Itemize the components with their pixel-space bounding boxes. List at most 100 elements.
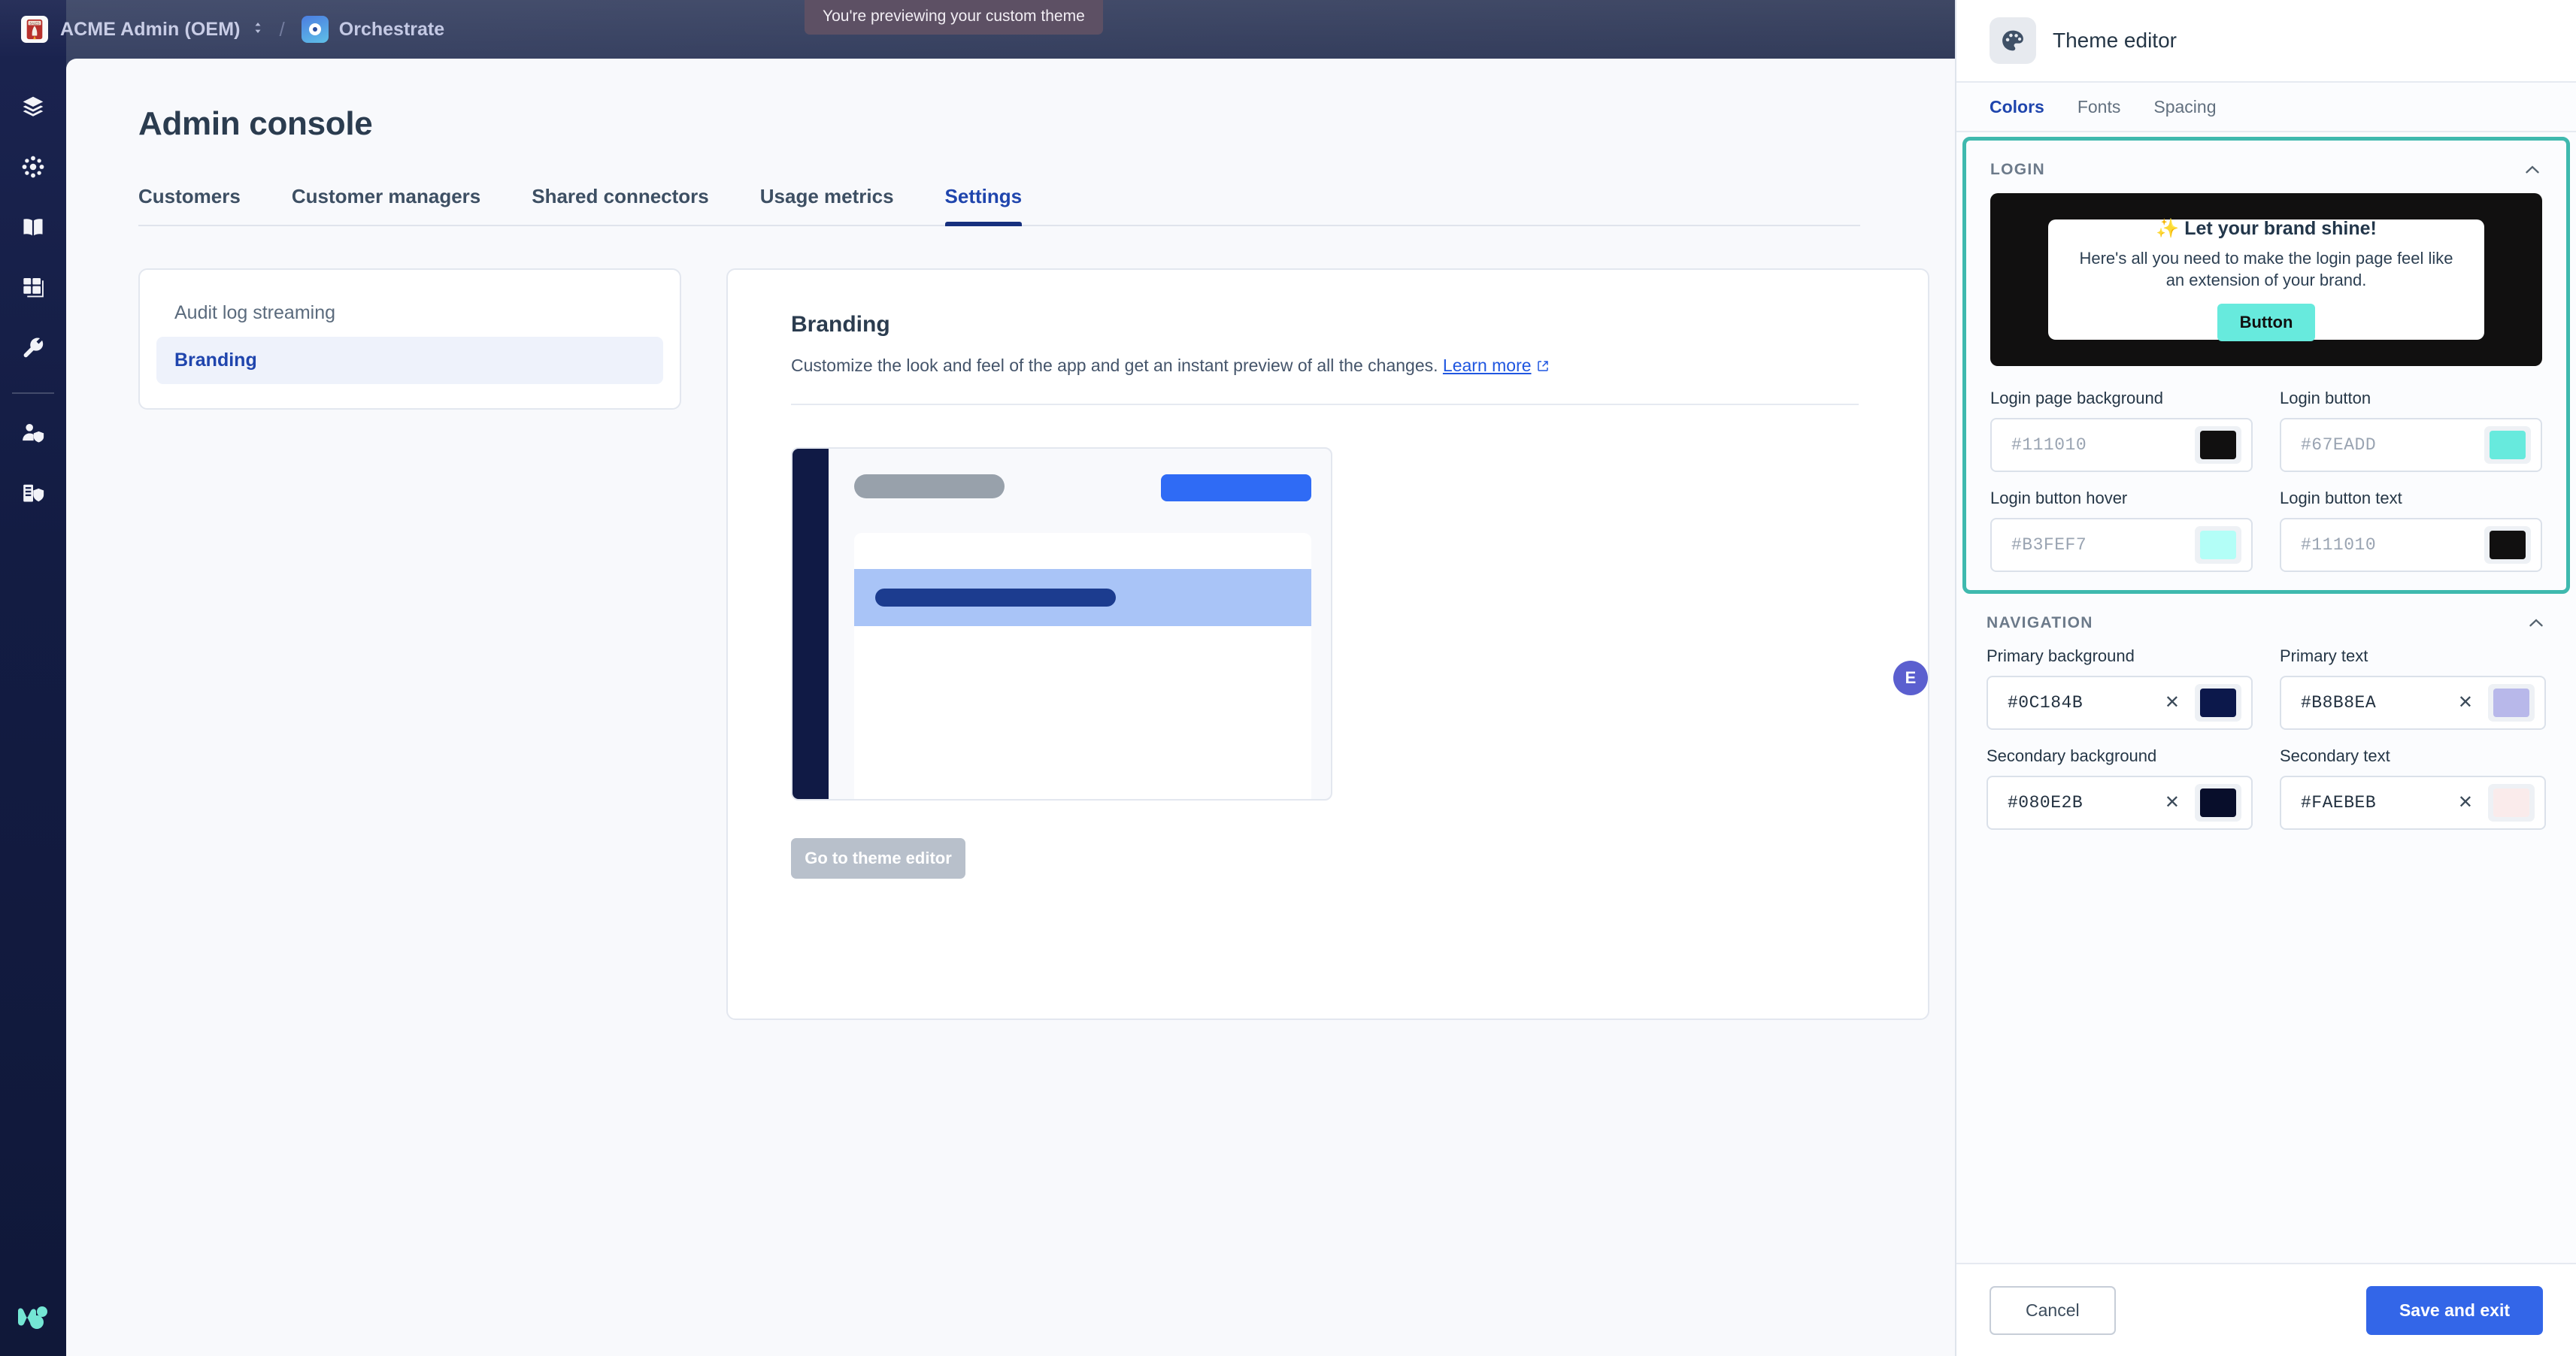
color-input[interactable]: #111010 [2280,518,2542,572]
branding-description-text: Customize the look and feel of the app a… [791,356,1438,375]
login-preview-body: Here's all you need to make the login pa… [2079,249,2453,289]
tab-settings[interactable]: Settings [944,185,1022,226]
book-icon [21,215,45,243]
mock-sidebar [792,449,829,799]
org-switcher[interactable]: SALES ACME Admin (OEM) [21,16,265,43]
theme-editor-header: Theme editor [1956,0,2576,81]
field-login-button-hover: Login button hover #B3FEF7 [1990,489,2253,572]
login-color-fields: Login page background #111010 Login butt… [1990,389,2542,572]
color-swatch-button[interactable] [2484,426,2531,464]
rail-item-connectors[interactable] [12,147,54,189]
preview-theme-banner: You're previewing your custom theme [805,0,1103,35]
app-name-label: Orchestrate [338,18,445,40]
navigation-color-fields: Primary background #0C184B ✕ Primary tex… [1987,646,2546,830]
color-swatch-button[interactable] [2488,684,2535,722]
app-shell: SALES ACME Admin (OEM) / Orchestrate You… [0,0,1955,1356]
theme-editor-scroll-area[interactable]: LOGIN ✨ Let your brand shine! Here's all… [1956,132,2576,1263]
page-surface: Admin console Customers Customer manager… [66,59,1955,1356]
hex-value: #B8B8EA [2301,693,2377,713]
login-preview-heading: ✨ Let your brand shine! [2156,218,2377,240]
svg-text:SALES: SALES [29,21,40,25]
divider [791,404,1859,405]
external-link-icon [1537,356,1549,377]
rail-item-layers[interactable] [12,87,54,129]
color-swatch-button[interactable] [2195,426,2241,464]
color-input[interactable]: #B3FEF7 [1990,518,2253,572]
field-label: Primary text [2280,646,2368,665]
chevron-up-icon[interactable] [2526,613,2546,633]
mock-title-placeholder [854,474,1005,498]
tab-fonts[interactable]: Fonts [2077,97,2121,117]
color-input[interactable]: #080E2B ✕ [1987,776,2253,830]
settings-content: Audit log streaming Branding Branding Cu… [138,268,1955,1020]
theme-editor-footer: Cancel Save and exit [1956,1263,2576,1356]
login-section-header[interactable]: LOGIN [1990,141,2542,193]
rail-item-docs[interactable] [12,207,54,250]
rail-item-dashboard[interactable] [12,268,54,310]
branding-heading: Branding [791,312,890,337]
rail-item-tools[interactable] [12,328,54,370]
field-secondary-text: Secondary text #FAEBEB ✕ [2280,746,2546,830]
color-swatch [2490,431,2526,459]
tab-spacing[interactable]: Spacing [2153,97,2216,117]
rail-item-org-admin[interactable] [12,474,54,516]
color-swatch-button[interactable] [2488,784,2535,822]
palette-icon [1990,17,2036,64]
cancel-button[interactable]: Cancel [1990,1285,2116,1335]
mock-body [829,449,1331,799]
tab-shared-connectors[interactable]: Shared connectors [532,185,709,225]
color-input[interactable]: #0C184B ✕ [1987,676,2253,730]
page-title: Admin console [138,105,373,142]
color-swatch-button[interactable] [2195,684,2241,722]
login-section-title: LOGIN [1990,161,2045,178]
user-avatar[interactable]: E [1893,661,1928,695]
hex-value: #67EADD [2301,435,2377,455]
login-preview-button[interactable]: Button [2217,303,2316,341]
breadcrumb-separator: / [279,17,285,41]
field-primary-background: Primary background #0C184B ✕ [1987,646,2253,730]
chevron-updown-icon [253,21,265,38]
rail-item-user-admin[interactable] [12,413,54,456]
field-login-button-text: Login button text #111010 [2280,489,2542,572]
navigation-section-header[interactable]: NAVIGATION [1987,594,2546,646]
tab-usage-metrics[interactable]: Usage metrics [760,185,894,225]
subnav-item-audit-log-streaming[interactable]: Audit log streaming [156,289,663,337]
dashboard-icon [21,275,45,303]
org-name-label: ACME Admin (OEM) [60,18,241,40]
color-swatch-button[interactable] [2484,526,2531,564]
field-label: Secondary text [2280,746,2390,765]
subnav-item-branding[interactable]: Branding [156,337,663,384]
go-to-theme-editor-button[interactable]: Go to theme editor [791,838,965,879]
hex-value: #080E2B [2008,793,2084,813]
connector-hub-icon [21,155,45,183]
org-admin-icon [21,481,45,509]
clear-icon[interactable]: ✕ [2157,694,2187,712]
mock-row-bar [875,589,1116,607]
app-switcher[interactable]: Orchestrate [301,16,445,43]
workato-logo [14,1299,53,1338]
tab-colors[interactable]: Colors [1990,97,2044,117]
clear-icon[interactable]: ✕ [2450,694,2481,712]
theme-editor-panel: Theme editor Colors Fonts Spacing LOGIN … [1955,0,2576,1356]
field-label: Secondary background [1987,746,2157,765]
field-label: Primary background [1987,646,2135,665]
color-input[interactable]: #111010 [1990,418,2253,472]
color-input[interactable]: #FAEBEB ✕ [2280,776,2546,830]
color-swatch-button[interactable] [2195,784,2241,822]
wrench-icon [21,335,45,363]
save-and-exit-button[interactable]: Save and exit [2365,1285,2543,1335]
color-swatch [2200,689,2236,717]
clear-icon[interactable]: ✕ [2157,794,2187,812]
branding-description: Customize the look and feel of the app a… [791,356,1865,377]
color-input[interactable]: #67EADD [2280,418,2542,472]
chevron-up-icon[interactable] [2523,160,2542,180]
page-tabs: Customers Customer managers Shared conne… [138,185,1860,226]
tab-customer-managers[interactable]: Customer managers [292,185,480,225]
color-swatch-button[interactable] [2195,526,2241,564]
learn-more-link[interactable]: Learn more [1443,356,1532,375]
field-label: Login button text [2280,489,2402,507]
color-input[interactable]: #B8B8EA ✕ [2280,676,2546,730]
clear-icon[interactable]: ✕ [2450,794,2481,812]
tab-customers[interactable]: Customers [138,185,241,225]
mock-card [854,533,1311,799]
